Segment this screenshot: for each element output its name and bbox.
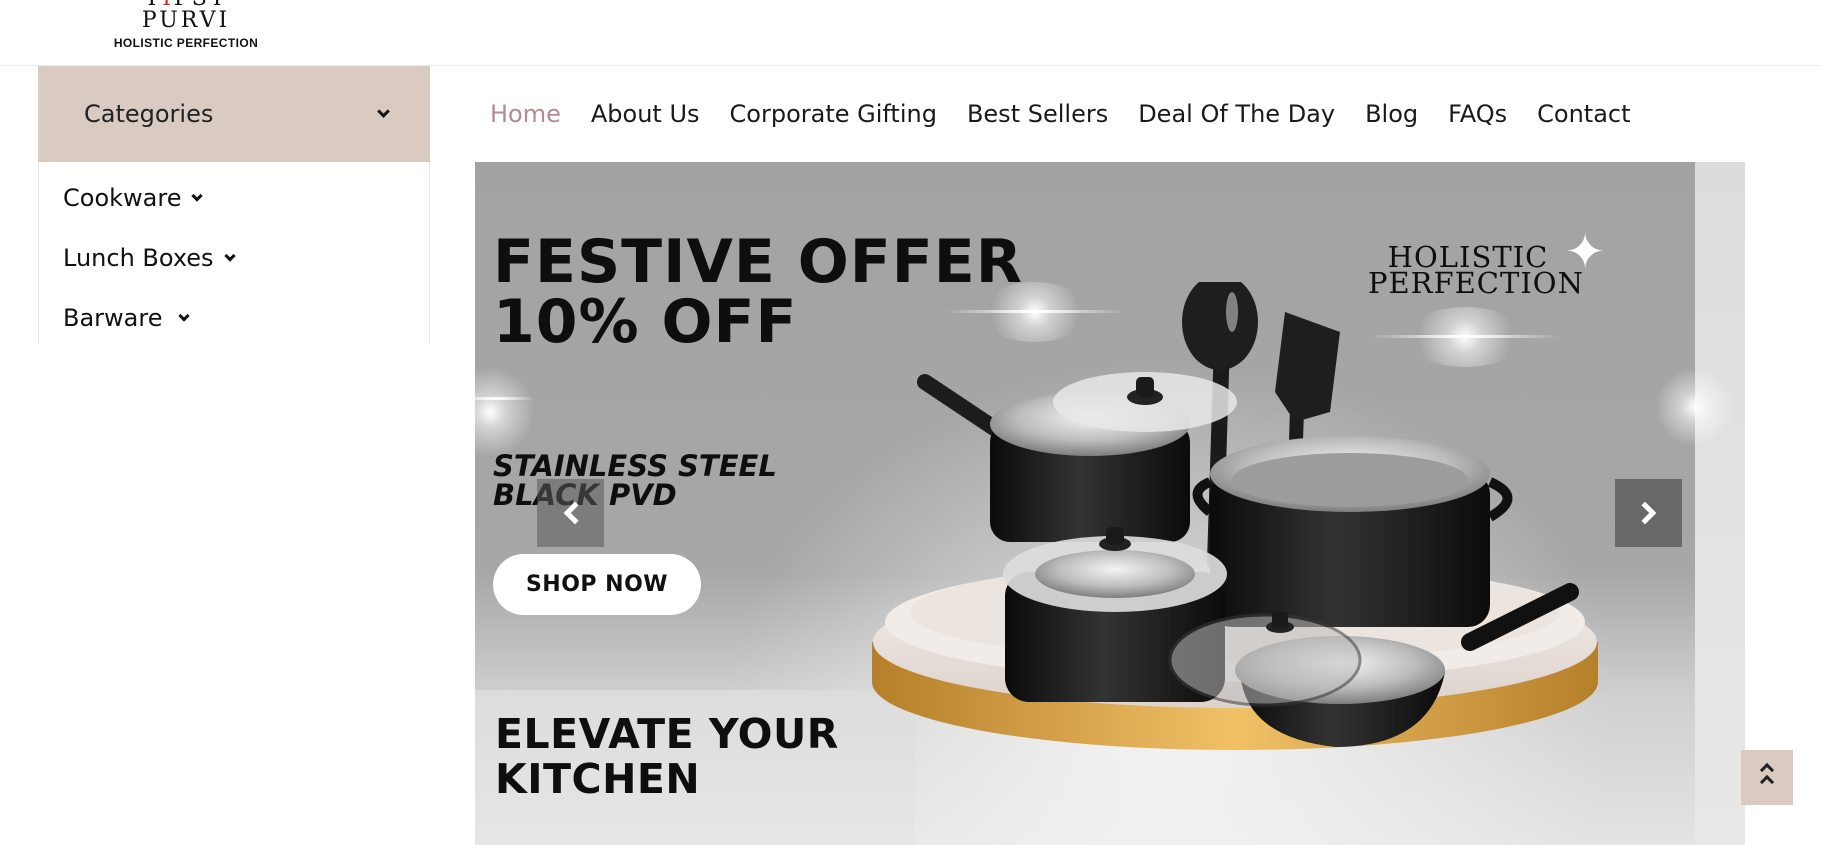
nav-contact[interactable]: Contact bbox=[1537, 100, 1630, 128]
chevron-down-icon bbox=[191, 189, 204, 202]
nav-best-sellers[interactable]: Best Sellers bbox=[967, 100, 1108, 128]
cookware-set-image bbox=[872, 282, 1598, 750]
categories-list: Cookware Lunch Boxes Barware bbox=[38, 162, 430, 344]
back-to-top-button[interactable] bbox=[1741, 750, 1793, 805]
categories-title: Categories bbox=[84, 100, 214, 128]
nav-home[interactable]: Home bbox=[490, 100, 561, 128]
nav-faqs[interactable]: FAQs bbox=[1448, 100, 1507, 128]
main-nav: Home About Us Corporate Gifting Best Sel… bbox=[490, 96, 1661, 132]
chevron-down-icon bbox=[178, 309, 191, 322]
hero-tagline-line-1: ELEVATE YOUR bbox=[495, 710, 839, 758]
chevron-down-icon bbox=[377, 104, 390, 118]
sparkle-decoration bbox=[475, 397, 535, 400]
category-item-barware[interactable]: Barware bbox=[39, 288, 429, 348]
category-item-lunch-boxes[interactable]: Lunch Boxes bbox=[39, 228, 429, 288]
nav-blog[interactable]: Blog bbox=[1365, 100, 1418, 128]
nav-corporate-gifting[interactable]: Corporate Gifting bbox=[730, 100, 937, 128]
sparkle-star-icon: ✦ bbox=[1565, 224, 1606, 280]
hero-subtitle: STAINLESS STEEL BLACK PVD bbox=[493, 452, 777, 510]
logo-wordmark: TIPST PURVI bbox=[141, 0, 231, 33]
categories-toggle[interactable]: Categories bbox=[38, 66, 430, 162]
double-chevron-up-icon-lower bbox=[1759, 774, 1775, 790]
nav-deal-of-the-day[interactable]: Deal Of The Day bbox=[1138, 100, 1335, 128]
category-item-label: Lunch Boxes bbox=[63, 244, 214, 272]
category-item-label: Cookware bbox=[63, 184, 182, 212]
nav-about-us[interactable]: About Us bbox=[591, 100, 700, 128]
category-item-label: Barware bbox=[63, 304, 163, 332]
hero-banner[interactable]: FESTIVE OFFER 10% OFF STAINLESS STEEL BL… bbox=[475, 162, 1745, 845]
sparkle-decoration bbox=[1655, 367, 1735, 447]
chevron-right-icon bbox=[1633, 501, 1656, 525]
slider-prev-button[interactable] bbox=[537, 479, 604, 547]
category-item-cookware[interactable]: Cookware bbox=[39, 168, 429, 228]
chevron-down-icon bbox=[223, 249, 236, 262]
hero-title-line-2: 10% OFF bbox=[493, 287, 798, 357]
shop-now-button[interactable]: SHOP NOW bbox=[493, 554, 701, 615]
next-slide-peek bbox=[1695, 162, 1745, 845]
slider-next-button[interactable] bbox=[1615, 479, 1682, 547]
chevron-left-icon bbox=[563, 501, 586, 525]
hero-tagline-line-2: KITCHEN bbox=[495, 755, 701, 803]
site-logo[interactable]: TIPST PURVI HOLISTIC PERFECTION bbox=[96, 0, 276, 50]
hero-tagline: ELEVATE YOUR KITCHEN bbox=[495, 712, 839, 802]
site-header: TIPST PURVI HOLISTIC PERFECTION bbox=[0, 0, 1821, 66]
logo-tagline: HOLISTIC PERFECTION bbox=[113, 36, 259, 50]
